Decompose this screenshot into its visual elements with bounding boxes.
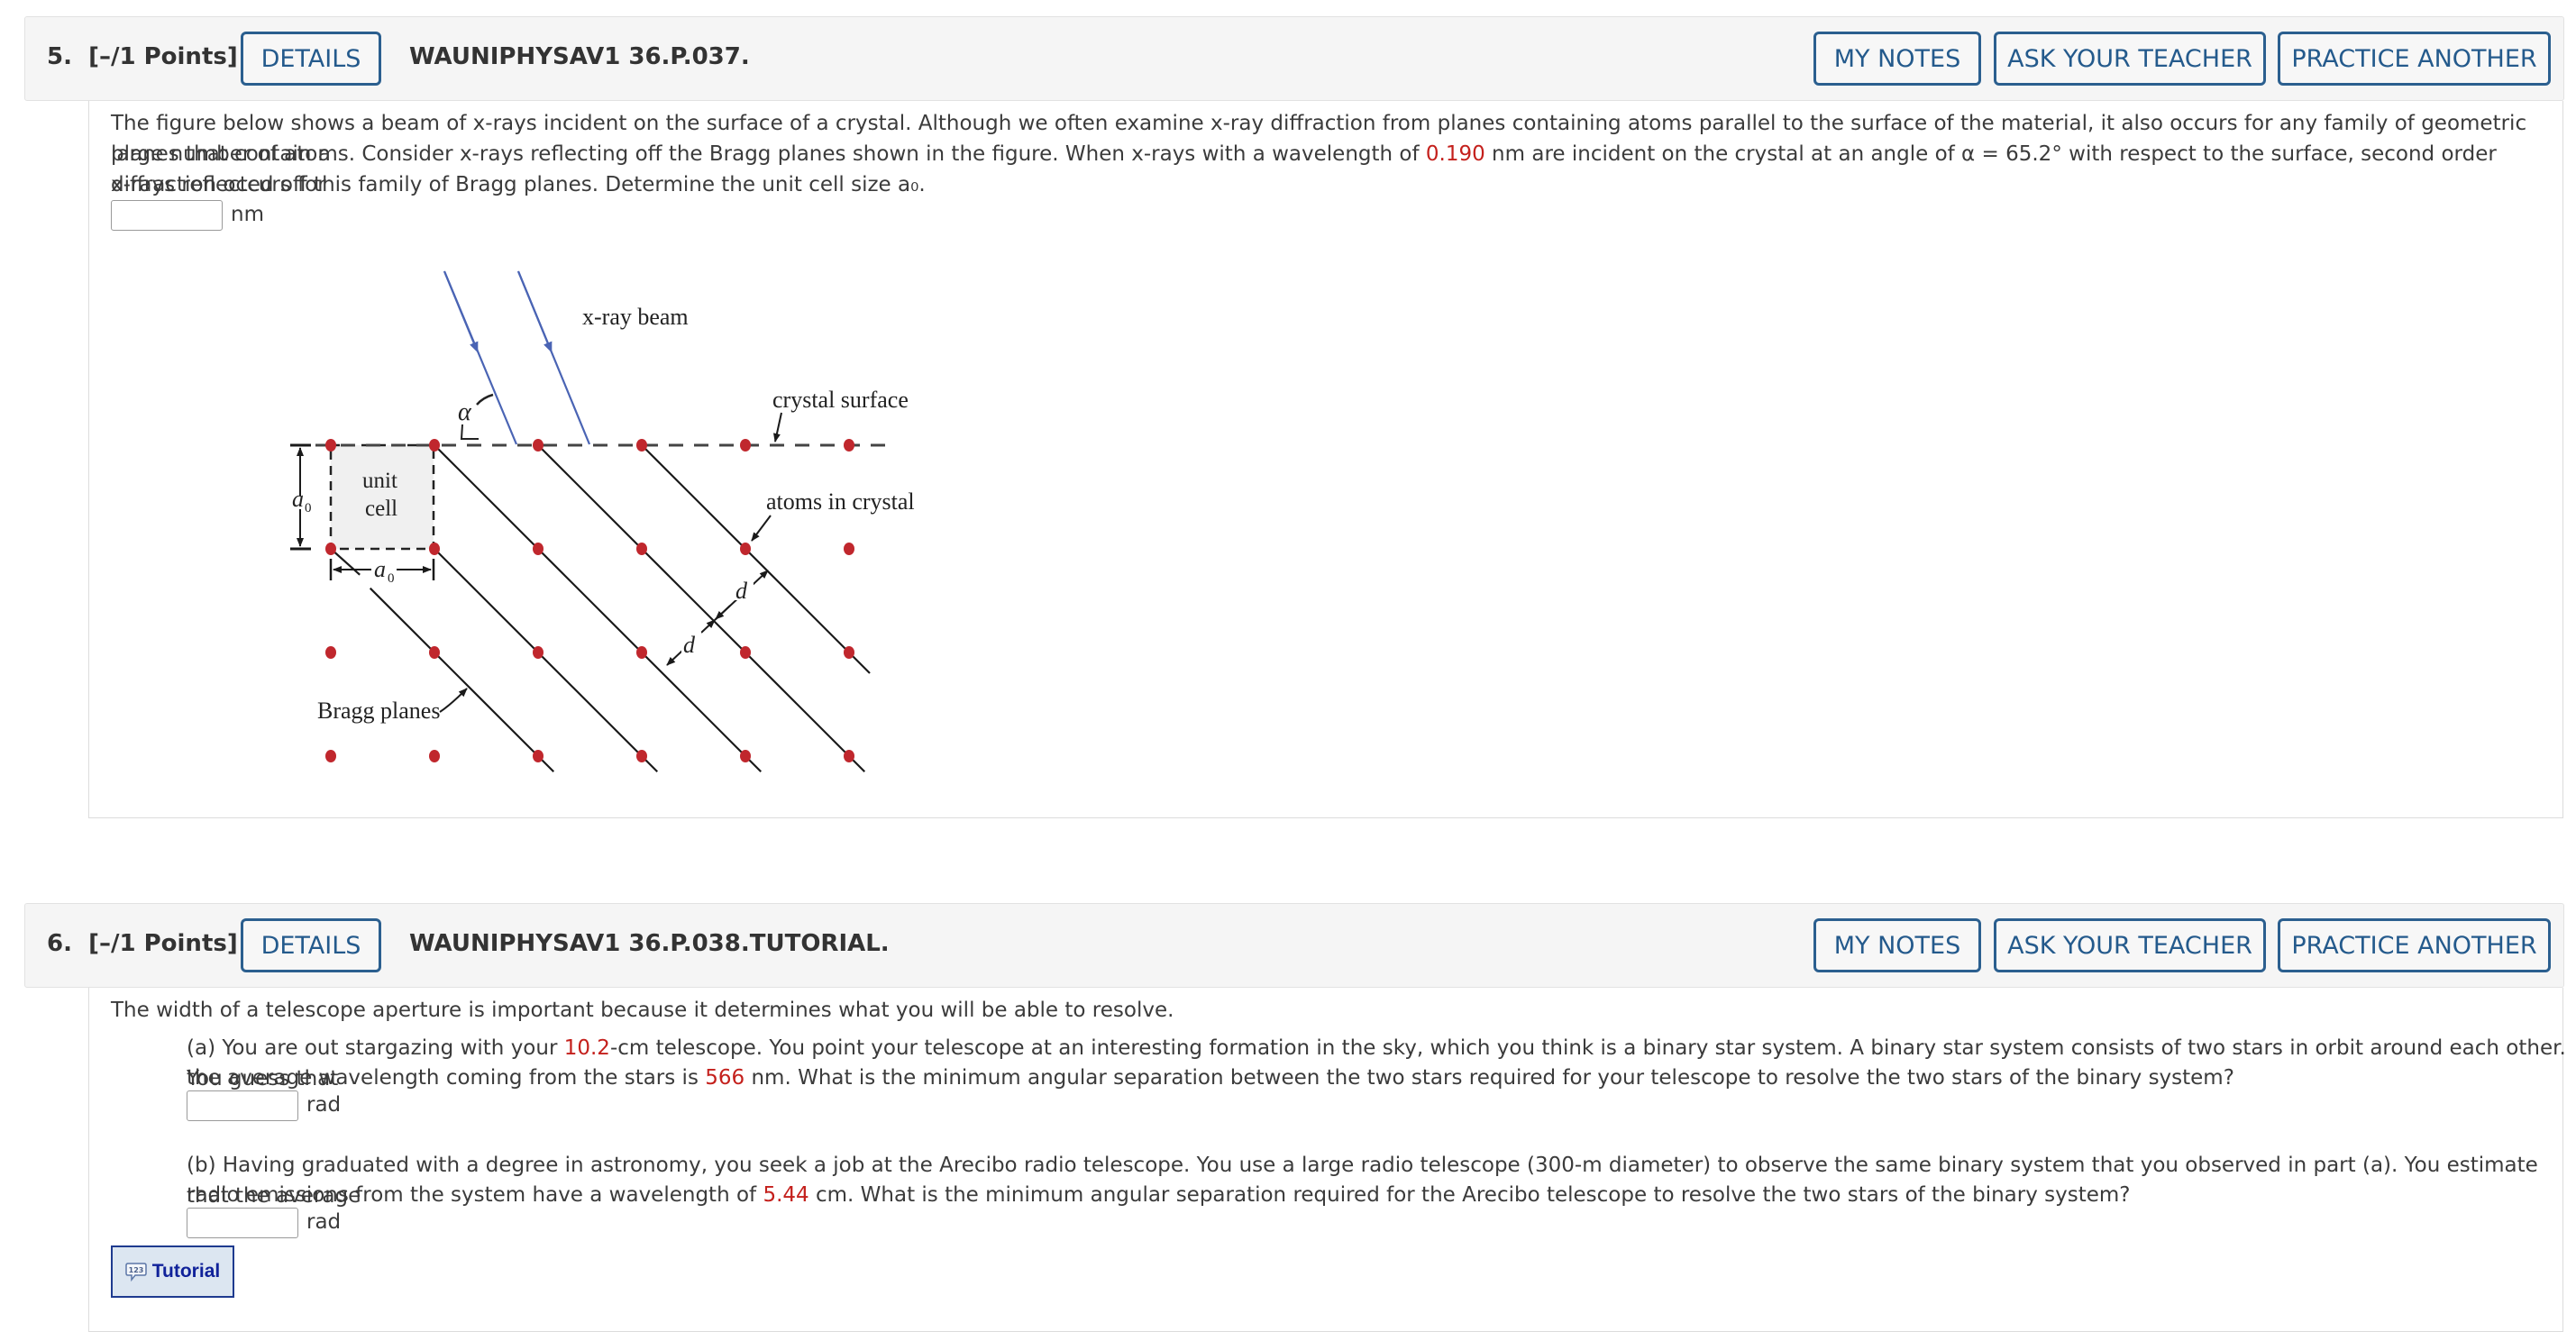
atom xyxy=(636,646,647,659)
bragg-planes-pointer xyxy=(439,688,468,713)
bragg-planes-label: Bragg planes xyxy=(317,698,440,724)
crystal-surface-pointer xyxy=(773,412,782,442)
bragg-plane-line xyxy=(434,548,659,773)
atom xyxy=(429,750,440,762)
ask-your-teacher-button[interactable]: ASK YOUR TEACHER xyxy=(1994,918,2266,972)
problem-id: WAUNIPHYSAV1 36.P.038.TUTORIAL. xyxy=(409,930,890,957)
practice-another-button[interactable]: PRACTICE ANOTHER xyxy=(2278,918,2551,972)
question-number: 6. [–/1 Points] xyxy=(47,930,238,957)
part-a-unit: rad xyxy=(306,1093,342,1117)
atom xyxy=(325,543,336,555)
d-label-1: d xyxy=(735,578,748,604)
part-a-answer-input[interactable] xyxy=(187,1090,298,1121)
atom xyxy=(533,750,544,762)
bragg-plane-line xyxy=(369,587,555,773)
tutorial-button[interactable]: 123 Tutorial xyxy=(111,1245,234,1298)
part-b-answer-input[interactable] xyxy=(187,1208,298,1238)
xray-beam-1-arrow xyxy=(443,270,479,353)
atom xyxy=(844,750,854,762)
part-b-unit: rad xyxy=(306,1210,342,1234)
crystal-surface-label: crystal surface xyxy=(772,387,909,413)
unit-label: unit xyxy=(362,469,397,493)
atom xyxy=(533,439,544,452)
atom xyxy=(325,750,336,762)
atom xyxy=(636,543,647,555)
atom xyxy=(740,750,751,762)
question-6-intro: The width of a telescope aperture is imp… xyxy=(111,999,1174,1022)
my-notes-button[interactable]: MY NOTES xyxy=(1813,918,1981,972)
atom xyxy=(325,646,336,659)
a0-horizontal-label: a xyxy=(374,556,386,582)
atom xyxy=(533,543,544,555)
bragg-plane-line xyxy=(641,444,871,674)
tutorial-speech-bubble-icon: 123 xyxy=(125,1263,147,1282)
wavelength-value: 0.190 xyxy=(1425,142,1485,166)
atom xyxy=(740,543,751,555)
atom xyxy=(325,439,336,452)
atoms-in-crystal-label: atoms in crystal xyxy=(766,488,915,515)
atom xyxy=(533,646,544,659)
part-a-line-2: the average wavelength coming from the s… xyxy=(187,1066,2234,1090)
crystal-diffraction-figure: α x-ray beam crystal surface atoms in cr… xyxy=(290,270,915,773)
svg-text:123: 123 xyxy=(128,1266,143,1274)
atom xyxy=(429,646,440,659)
xray-beam-label: x-ray beam xyxy=(582,304,689,330)
cell-label: cell xyxy=(365,497,397,521)
d-label-2: d xyxy=(683,632,696,658)
atom xyxy=(429,543,440,555)
my-notes-button[interactable]: MY NOTES xyxy=(1813,32,1981,86)
details-button[interactable]: DETAILS xyxy=(241,918,381,972)
a0-vertical-label: a xyxy=(292,486,304,512)
alpha-arc-2 xyxy=(476,393,494,406)
atom xyxy=(844,439,854,452)
atom xyxy=(740,646,751,659)
alpha-arc xyxy=(460,424,479,440)
aperture-value: 10.2 xyxy=(563,1036,610,1060)
d-arrow-1b xyxy=(715,605,731,620)
atom xyxy=(740,439,751,452)
xray-beam-2-arrow xyxy=(516,270,553,353)
ask-your-teacher-button[interactable]: ASK YOUR TEACHER xyxy=(1994,32,2266,86)
atom xyxy=(844,646,854,659)
atom xyxy=(429,439,440,452)
atom xyxy=(636,439,647,452)
wavelength-value: 5.44 xyxy=(763,1183,809,1207)
part-b-line-2: radio emissions from the system have a w… xyxy=(187,1183,2131,1207)
bragg-plane-line xyxy=(434,444,763,773)
atom xyxy=(844,543,854,555)
tutorial-label: Tutorial xyxy=(151,1261,221,1282)
question-6-header: 6. [–/1 Points] DETAILS WAUNIPHYSAV1 36.… xyxy=(24,903,2564,988)
alpha-label: α xyxy=(458,398,472,426)
atoms-in-crystal-pointer xyxy=(751,515,772,542)
wavelength-value: 566 xyxy=(705,1066,745,1090)
a0-vertical-subscript: 0 xyxy=(305,501,312,515)
atom xyxy=(636,750,647,762)
practice-another-button[interactable]: PRACTICE ANOTHER xyxy=(2278,32,2551,86)
points-label: [–/1 Points] xyxy=(88,930,238,957)
bragg-plane-line xyxy=(330,548,361,576)
a0-horizontal-subscript: 0 xyxy=(388,571,395,586)
d-arrow-2b xyxy=(700,619,716,634)
